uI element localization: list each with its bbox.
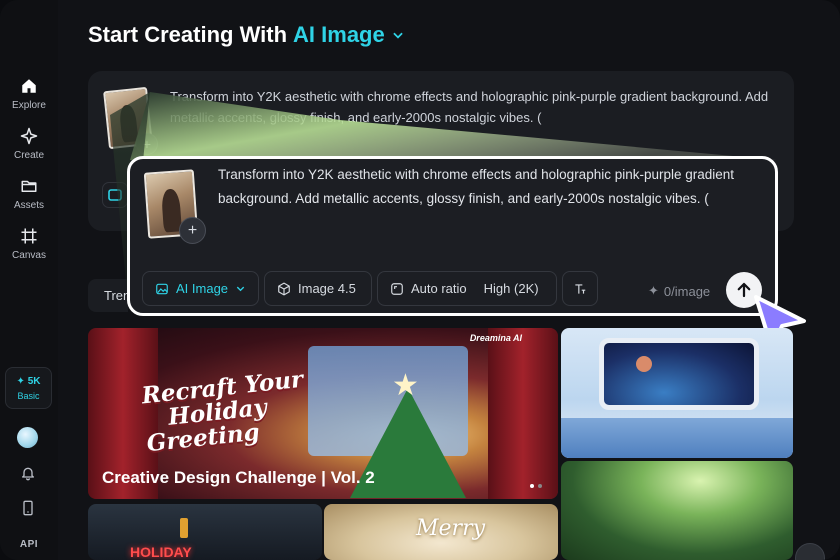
sparkle-icon — [20, 127, 38, 145]
chevron-down-icon — [236, 286, 245, 292]
page-title: Start Creating With AI Image — [88, 22, 405, 48]
ratio-select-label: Auto ratio — [411, 281, 467, 296]
resolution-label: High (2K) — [483, 281, 539, 296]
image-icon — [108, 189, 122, 201]
version-select-label: Image 4.5 — [298, 281, 356, 296]
text-style-button[interactable] — [562, 271, 598, 306]
neon-sign: HOLIDAY — [130, 544, 192, 560]
model-select[interactable]: AI Image — [142, 271, 259, 306]
help-button[interactable] — [795, 543, 825, 560]
planet — [636, 356, 652, 372]
curtain-right — [488, 328, 558, 499]
traffic-light — [180, 518, 188, 538]
chevron-down-icon[interactable] — [391, 28, 405, 42]
prompt-card[interactable]: + Transform into Y2K aesthetic with chro… — [127, 156, 778, 316]
ratio-select[interactable]: Auto ratio High (2K) — [377, 271, 557, 306]
sidebar-item-canvas[interactable]: Canvas — [0, 227, 58, 261]
gallery-card-merry[interactable]: Merry — [324, 504, 558, 560]
sidebar-item-assets[interactable]: Assets — [0, 177, 58, 211]
api-link[interactable]: API — [0, 539, 58, 550]
gallery-card-forest[interactable] — [561, 461, 793, 560]
app-window: Explore Create Assets Canvas ✦ 5K Basic … — [0, 0, 840, 560]
carousel-dots[interactable] — [530, 484, 542, 488]
prompt-input[interactable]: Transform into Y2K aesthetic with chrome… — [218, 163, 766, 211]
sparkle-icon: ✦ — [648, 283, 659, 298]
sidebar-item-label: Canvas — [12, 250, 46, 261]
sidebar: Explore Create Assets Canvas ✦ 5K Basic … — [0, 0, 58, 560]
feature-caption: Creative Design Challenge | Vol. 2 — [102, 468, 375, 487]
sidebar-item-label: Assets — [13, 200, 44, 211]
cost-indicator: ✦ 0/image — [648, 283, 710, 299]
model-switcher[interactable]: AI Image — [293, 22, 385, 48]
credits-badge[interactable]: ✦ 5K Basic — [5, 367, 52, 409]
brand-watermark: Dreamina AI — [469, 333, 522, 343]
image-tool-button[interactable] — [102, 182, 128, 208]
prompt-text-background: Transform into Y2K aesthetic with chrome… — [170, 89, 769, 125]
add-reference-button[interactable]: + — [136, 133, 158, 155]
version-select[interactable]: Image 4.5 — [264, 271, 372, 306]
control-desk — [561, 418, 793, 458]
phone-icon[interactable] — [20, 500, 36, 516]
credits-amount: ✦ 5K — [16, 375, 41, 387]
credits-amount-value: 5K — [27, 375, 41, 387]
gallery-card-street[interactable]: HOLIDAY — [88, 504, 322, 560]
text-format-icon — [575, 283, 586, 294]
sidebar-item-create[interactable]: Create — [0, 127, 58, 161]
bell-icon[interactable] — [20, 465, 36, 481]
grid-icon — [21, 228, 37, 244]
star-icon: ★ — [392, 369, 419, 402]
cost-label: 0/image — [663, 283, 711, 299]
feature-script-text: Recraft Your Holiday Greeting — [140, 366, 310, 458]
home-icon — [22, 79, 36, 93]
merry-text: Merry — [416, 516, 486, 541]
gallery-card-feature[interactable]: ★ Recraft Your Holiday Greeting Dreamina… — [88, 328, 558, 499]
image-icon — [156, 283, 168, 294]
add-reference-button[interactable]: + — [179, 217, 206, 244]
arrow-up-icon — [737, 282, 751, 298]
sidebar-item-label: Explore — [12, 100, 46, 111]
sidebar-item-label: Create — [13, 150, 44, 161]
cube-icon — [278, 282, 290, 295]
model-select-label: AI Image — [176, 281, 229, 296]
credits-plan: Basic — [17, 390, 40, 401]
space-window — [599, 338, 759, 410]
tab-trending[interactable]: Trending — [88, 279, 128, 312]
page-title-prefix: Start Creating With — [88, 22, 288, 47]
avatar[interactable] — [17, 427, 38, 448]
folder-icon — [21, 180, 37, 192]
gallery-card-space[interactable] — [561, 328, 793, 458]
sidebar-item-explore[interactable]: Explore — [0, 77, 58, 111]
aspect-ratio-icon — [391, 282, 403, 295]
